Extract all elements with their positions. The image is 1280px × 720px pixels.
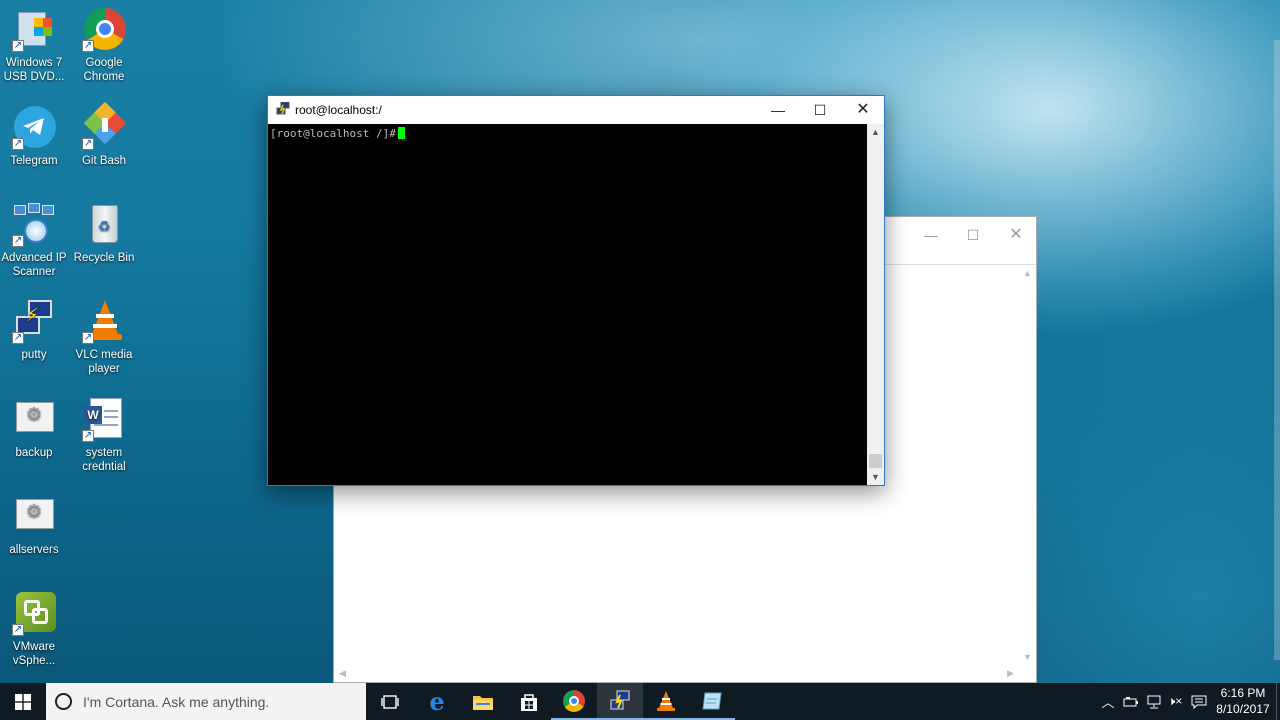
taskbar-clock[interactable]: 6:16 PM 8/10/2017	[1212, 685, 1274, 717]
task-view-icon	[381, 694, 399, 709]
desktop-icon-label: Windows 7 USB DVD...	[3, 57, 65, 83]
desktop-icon-label: VLC media player	[75, 349, 133, 375]
recycle-bin-icon: ♻	[82, 203, 126, 247]
desktop-icon-label: system credntial	[82, 447, 126, 473]
minimize-icon[interactable]: —	[911, 221, 951, 249]
windows7-usb-dvd-icon: ↗	[12, 8, 56, 52]
desktop-icon-chrome[interactable]: ↗ Google Chrome	[67, 8, 141, 98]
advanced-ip-scanner-icon: ↗	[12, 203, 56, 247]
putty-titlebar[interactable]: root@localhost:/ — ☐ ✕	[268, 96, 884, 124]
scroll-right-icon[interactable]: ▶	[1007, 668, 1014, 679]
task-view-button[interactable]	[367, 683, 413, 720]
putty-session-icon: ⚙	[12, 495, 56, 539]
windows-logo-icon	[15, 693, 31, 710]
desktop-icon-label: Recycle Bin	[73, 252, 135, 264]
desktop-icon-system-credential[interactable]: W ↗ system credntial	[67, 398, 141, 488]
scrollbar-thumb[interactable]	[869, 454, 882, 468]
scroll-up-icon[interactable]: ▲	[871, 127, 880, 137]
horizontal-scrollbar[interactable]: ◀ ▶	[334, 665, 1036, 682]
edge-partial-window	[1274, 40, 1280, 660]
desktop-icon-label: VMware vSphe...	[12, 641, 56, 667]
telegram-icon: ↗	[12, 106, 56, 150]
document-icon: W ↗	[82, 398, 126, 442]
tray-volume[interactable]: 🕨×	[1165, 683, 1185, 720]
search-placeholder: I'm Cortana. Ask me anything.	[83, 693, 270, 710]
minimize-button[interactable]: —	[756, 96, 800, 124]
session-app-icon	[702, 692, 722, 709]
scroll-down-icon[interactable]: ▼	[871, 472, 880, 482]
store-icon	[521, 693, 537, 711]
desktop-icon-label: putty	[21, 349, 47, 361]
tray-power[interactable]	[1120, 683, 1142, 720]
tray-notifications[interactable]	[1188, 683, 1210, 720]
taskbar-putty[interactable]	[597, 683, 643, 720]
maximize-button[interactable]: ☐	[798, 96, 842, 124]
desktop-icon-label: Google Chrome	[83, 57, 125, 83]
desktop-icon-backup[interactable]: ⚙ backup	[0, 398, 71, 488]
taskbar-edge[interactable]: e	[414, 683, 460, 720]
vlc-icon	[657, 690, 675, 711]
desktop-icon-vmware[interactable]: ↗ VMware vSphe...	[0, 592, 71, 682]
terminal-cursor	[397, 127, 405, 139]
desktop-icon-windows7-usb[interactable]: ↗ Windows 7 USB DVD...	[0, 8, 71, 98]
scroll-left-icon[interactable]: ◀	[339, 668, 346, 679]
window-title: root@localhost:/	[295, 103, 382, 117]
desktop-icon-label: backup	[15, 447, 53, 459]
vlc-icon: ↗	[82, 300, 126, 344]
show-desktop-button[interactable]	[1276, 683, 1280, 720]
terminal-scrollbar[interactable]: ▲ ▼	[867, 124, 884, 485]
putty-icon	[610, 690, 630, 709]
desktop-icon-advanced-ip-scanner[interactable]: ↗ Advanced IP Scanner	[0, 203, 71, 293]
chevron-up-icon: ︿	[1101, 695, 1115, 710]
desktop-icon-label: Telegram	[10, 155, 58, 167]
start-button[interactable]	[0, 683, 46, 720]
putty-session-icon: ⚙	[12, 398, 56, 442]
cortana-search-box[interactable]: I'm Cortana. Ask me anything.	[46, 683, 366, 720]
desktop-icon-recycle-bin[interactable]: ♻ Recycle Bin	[67, 203, 141, 293]
taskbar-store[interactable]	[506, 683, 552, 720]
scroll-up-icon[interactable]: ▲	[1023, 268, 1032, 278]
chrome-icon: ↗	[82, 8, 126, 52]
taskbar-file-explorer[interactable]	[460, 683, 506, 720]
tray-network[interactable]	[1143, 683, 1165, 720]
clock-time: 6:16 PM	[1220, 686, 1266, 700]
vertical-scrollbar[interactable]: ▲ ▼	[1019, 265, 1036, 665]
edge-icon: e	[429, 687, 445, 716]
chrome-icon	[563, 689, 585, 712]
desktop-icon-vlc[interactable]: ↗ VLC media player	[67, 300, 141, 390]
clock-date: 8/10/2017	[1216, 702, 1270, 716]
putty-window[interactable]: root@localhost:/ — ☐ ✕ [root@localhost /…	[267, 95, 885, 486]
maximize-icon[interactable]: ☐	[953, 221, 993, 249]
taskbar-chrome[interactable]	[551, 683, 597, 720]
desktop-icon-putty[interactable]: ⚡ ↗ putty	[0, 300, 71, 390]
taskbar: I'm Cortana. Ask me anything. e ︿ 🕨× 6:1…	[0, 683, 1280, 720]
close-icon[interactable]: ✕	[996, 221, 1036, 249]
desktop-icon-allservers[interactable]: ⚙ allservers	[0, 495, 71, 585]
terminal-prompt: [root@localhost /]#	[270, 127, 396, 140]
battery-icon	[1123, 696, 1138, 706]
desktop-icon-label: Advanced IP Scanner	[1, 252, 67, 278]
cortana-icon	[55, 693, 72, 710]
putty-icon	[276, 102, 290, 115]
taskbar-vlc[interactable]	[643, 683, 689, 720]
close-button[interactable]: ✕	[841, 96, 885, 124]
terminal-area[interactable]: [root@localhost /]#	[268, 124, 868, 485]
putty-icon: ⚡ ↗	[12, 300, 56, 344]
scroll-down-icon[interactable]: ▼	[1023, 652, 1032, 662]
folder-icon	[473, 695, 493, 710]
git-bash-icon: ↗	[82, 101, 127, 150]
network-icon	[1147, 695, 1161, 708]
desktop-icon-label: Git Bash	[81, 155, 127, 167]
vmware-icon: ↗	[12, 592, 56, 636]
taskbar-session-app[interactable]	[689, 683, 735, 720]
desktop-icon-git-bash[interactable]: ↗ Git Bash	[67, 101, 141, 196]
notification-icon	[1191, 695, 1207, 709]
desktop-icon-label: allservers	[9, 544, 59, 556]
show-hidden-icons-button[interactable]: ︿	[1098, 683, 1118, 720]
volume-muted-icon: 🕨×	[1167, 694, 1183, 708]
desktop-icon-telegram[interactable]: ↗ Telegram	[0, 106, 71, 196]
